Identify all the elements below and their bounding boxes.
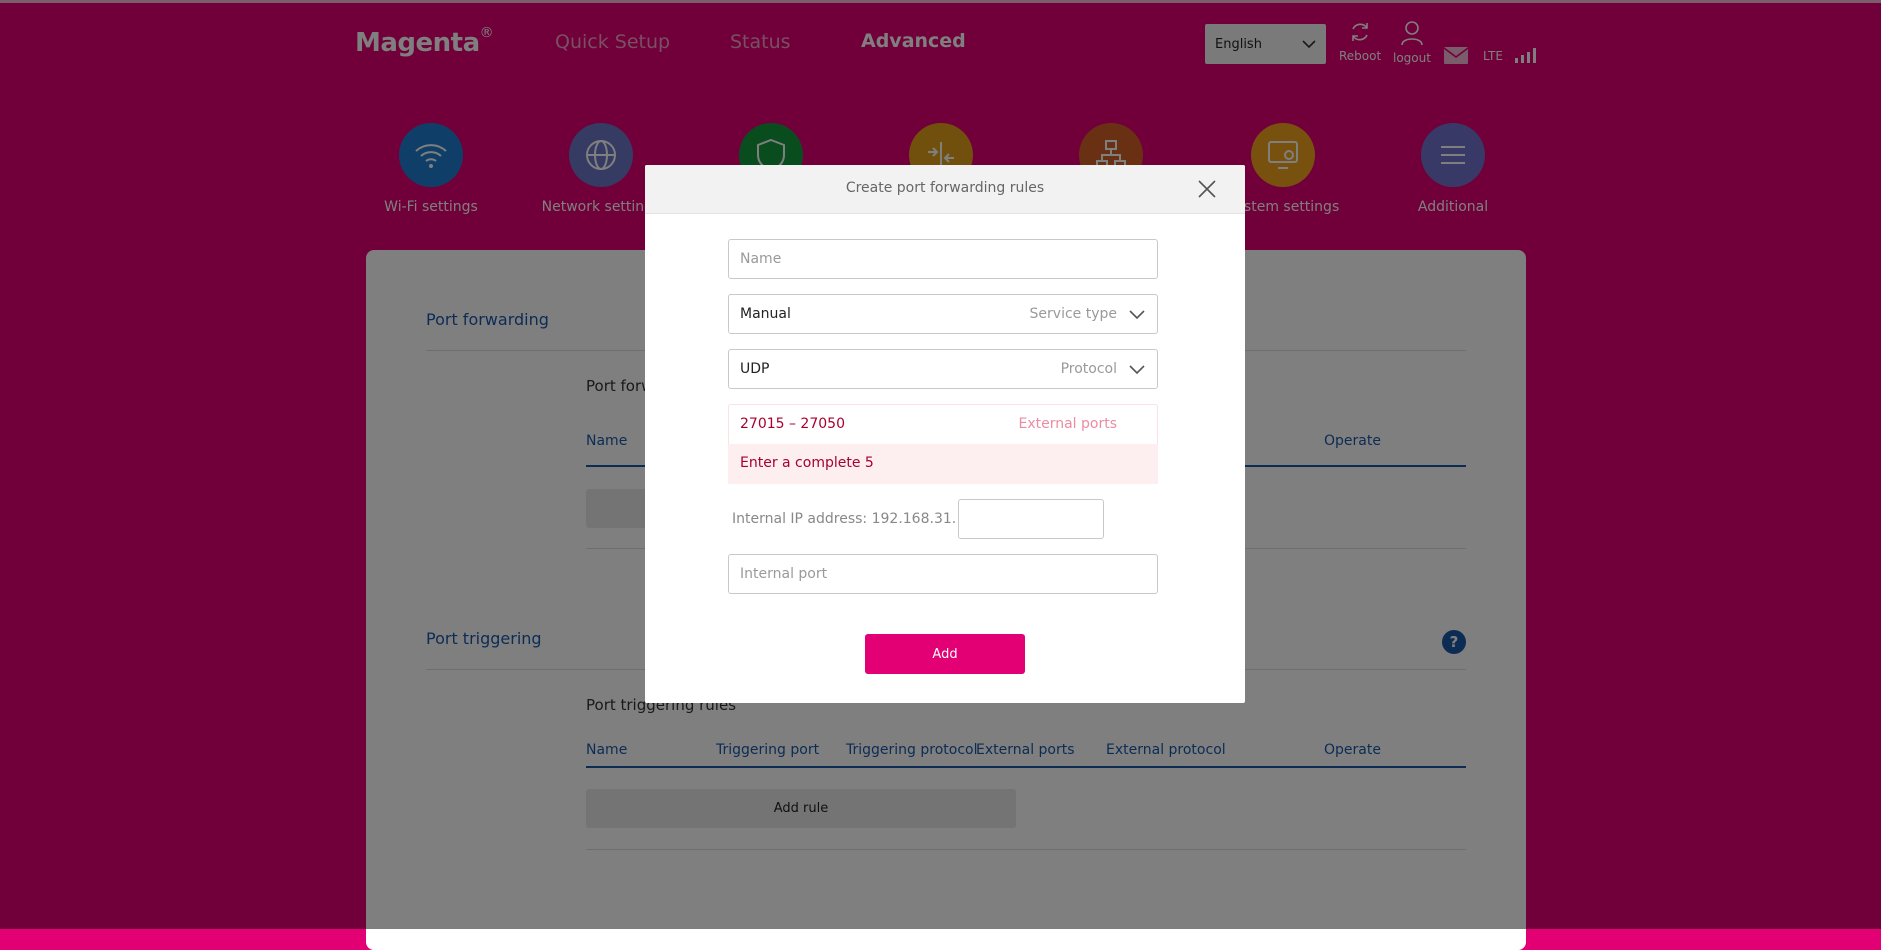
internal-port-input[interactable] bbox=[729, 555, 1157, 593]
internal-ip-last-octet-field[interactable] bbox=[958, 499, 1104, 539]
service-type-value: Manual bbox=[740, 306, 791, 322]
chevron-down-icon bbox=[1129, 310, 1145, 320]
external-ports-error: Enter a complete 5 bbox=[728, 444, 1158, 484]
create-port-forwarding-dialog: Create port forwarding rules Manual Serv… bbox=[645, 165, 1245, 703]
protocol-value: UDP bbox=[740, 361, 770, 377]
service-type-label: Service type bbox=[1029, 306, 1117, 322]
name-input[interactable] bbox=[729, 240, 1157, 278]
external-ports-label: External ports bbox=[1018, 416, 1117, 432]
internal-ip-label: Internal IP address: 192.168.31. bbox=[732, 511, 957, 527]
protocol-label: Protocol bbox=[1060, 361, 1117, 377]
close-button[interactable] bbox=[1193, 175, 1221, 203]
external-ports-value[interactable]: 27015 – 27050 bbox=[740, 416, 845, 432]
close-icon bbox=[1198, 180, 1216, 198]
chevron-down-icon bbox=[1129, 365, 1145, 375]
name-field[interactable] bbox=[728, 239, 1158, 279]
protocol-select[interactable]: UDP Protocol bbox=[728, 349, 1158, 389]
dialog-header: Create port forwarding rules bbox=[645, 165, 1245, 214]
internal-port-field[interactable] bbox=[728, 554, 1158, 594]
service-type-select[interactable]: Manual Service type bbox=[728, 294, 1158, 334]
dialog-title: Create port forwarding rules bbox=[845, 180, 1045, 196]
add-button[interactable]: Add bbox=[865, 634, 1025, 674]
external-ports-field[interactable]: 27015 – 27050 External ports bbox=[728, 404, 1158, 444]
